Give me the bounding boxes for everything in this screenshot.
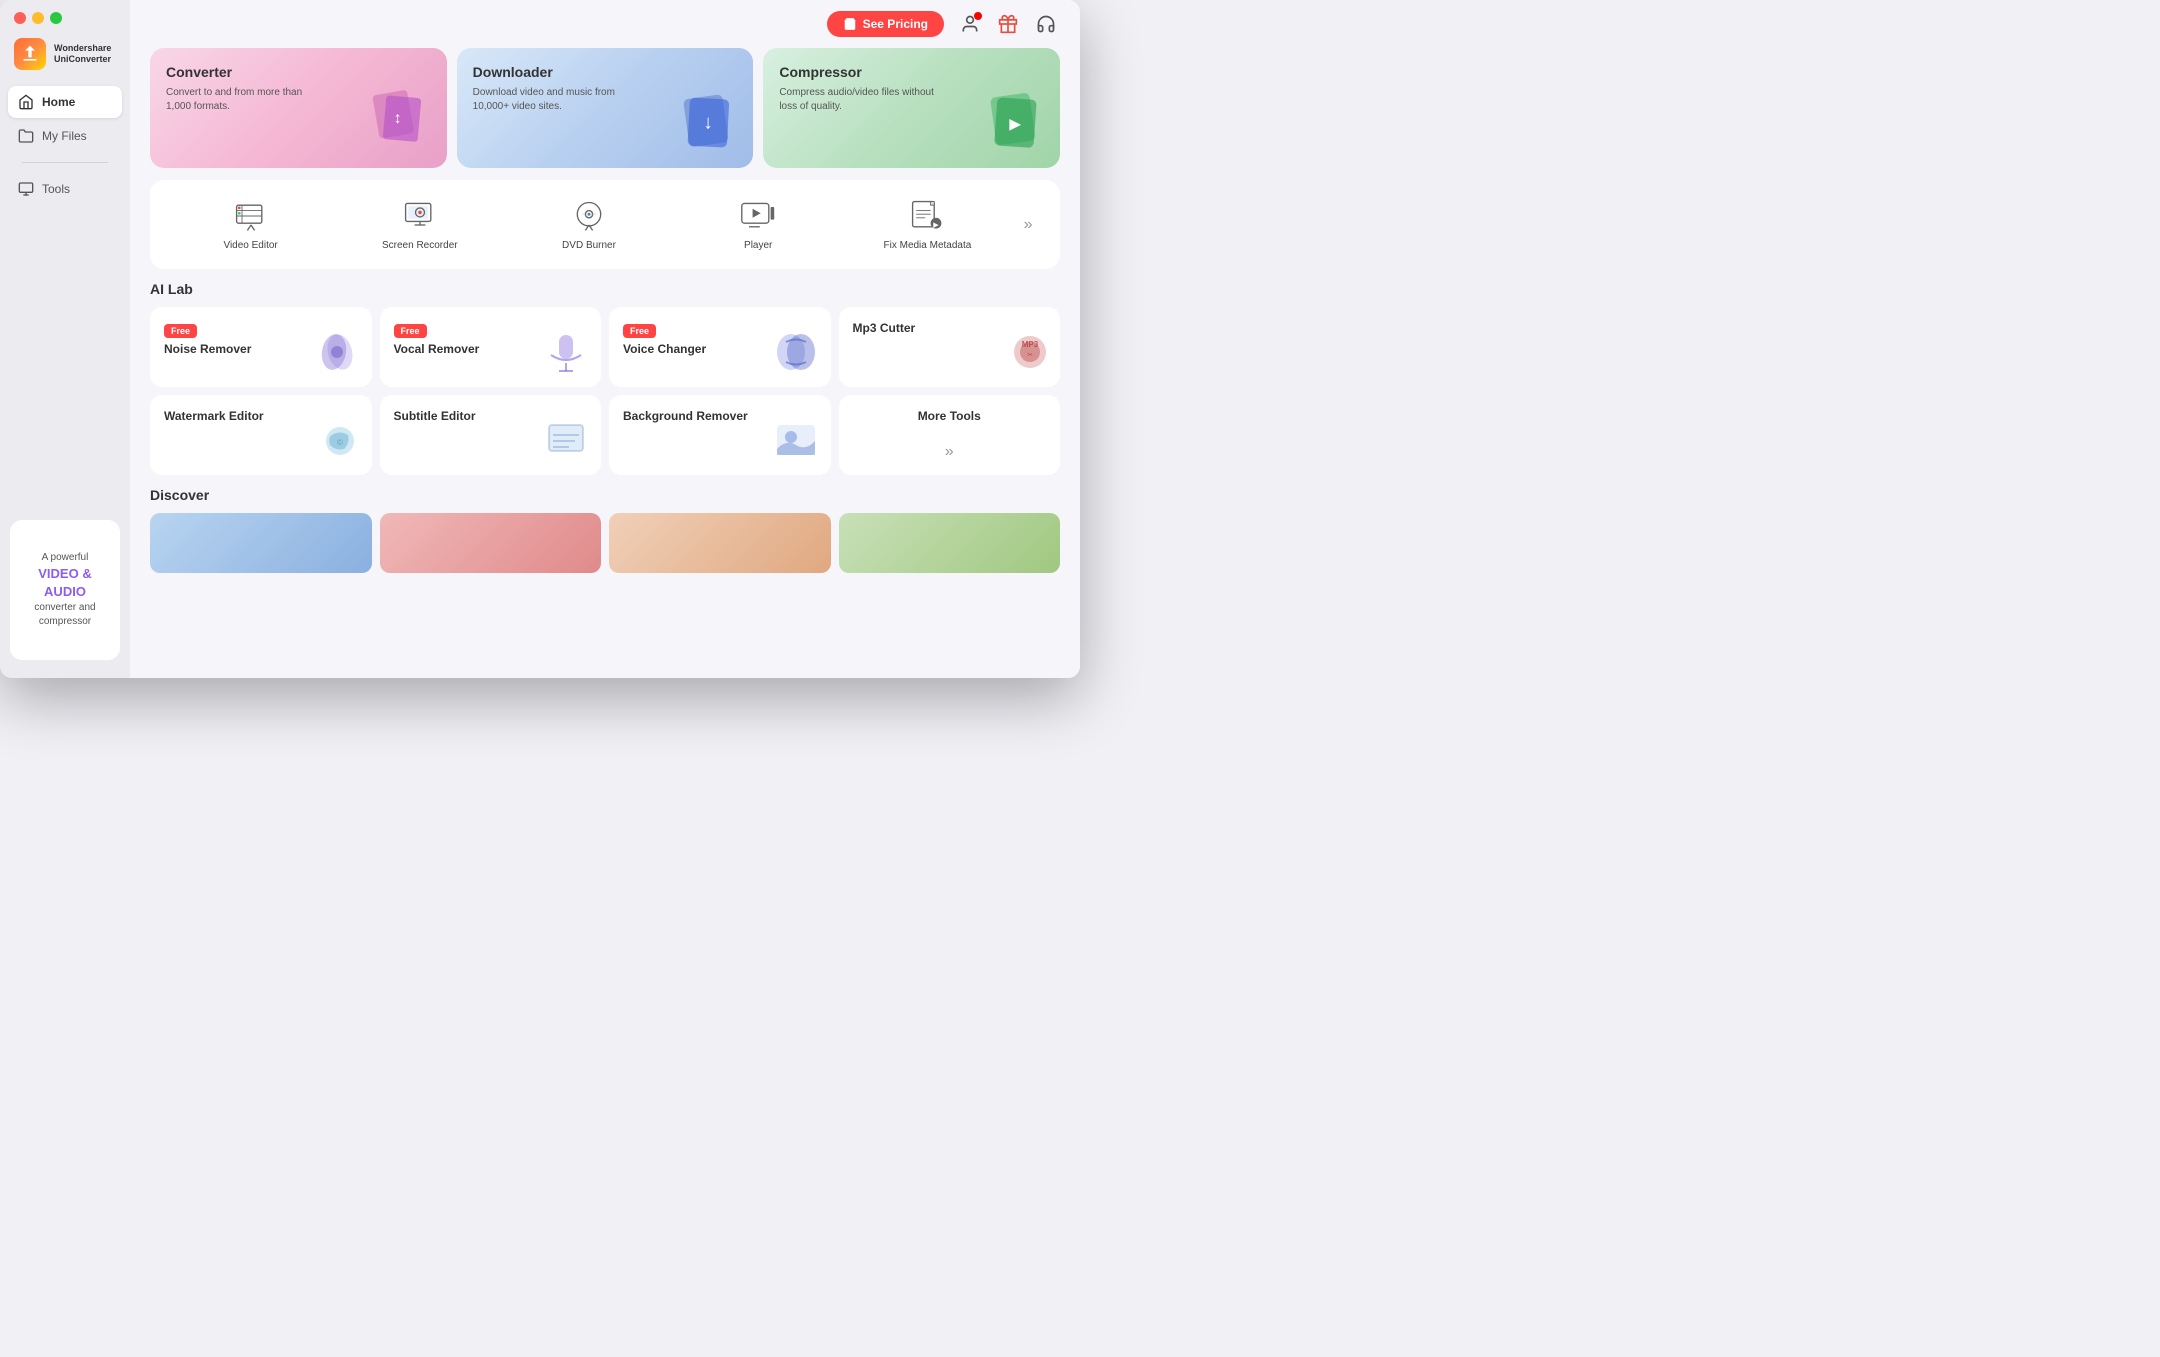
user-icon[interactable]	[956, 10, 984, 38]
svg-text:MP3: MP3	[1022, 340, 1039, 349]
noise-remover-icon	[312, 327, 362, 377]
sidebar-nav: Home My Files Tools	[0, 86, 130, 205]
discover-card-3[interactable]	[609, 513, 831, 573]
watermark-editor-card[interactable]: Watermark Editor ©	[150, 395, 372, 475]
notification-dot	[974, 12, 982, 20]
tools-more-arrow[interactable]: »	[1012, 216, 1044, 234]
see-pricing-button[interactable]: See Pricing	[827, 11, 944, 37]
svg-text:©: ©	[337, 438, 343, 447]
background-remover-icon	[771, 415, 821, 465]
discover-card-2[interactable]	[380, 513, 602, 573]
converter-icon: ↕	[367, 88, 437, 158]
tools-row: Video Editor Screen Recorder	[150, 180, 1060, 269]
svg-text:↓: ↓	[704, 112, 714, 133]
watermark-editor-icon: ©	[312, 415, 362, 465]
discover-card-1[interactable]	[150, 513, 372, 573]
downloader-card[interactable]: Downloader Download video and music from…	[457, 48, 754, 168]
top-cards: Converter Convert to and from more than …	[150, 48, 1060, 168]
discover-cards	[150, 513, 1060, 573]
svg-text:✂: ✂	[1027, 352, 1033, 359]
downloader-icon: ↓	[673, 88, 743, 158]
header-icons	[956, 10, 1060, 38]
tool-dvd-burner[interactable]: DVD Burner	[504, 192, 673, 257]
tool-fix-media-metadata[interactable]: ▶ Fix Media Metadata	[843, 192, 1012, 257]
sidebar-divider	[22, 162, 108, 163]
more-tools-card[interactable]: More Tools »	[839, 395, 1061, 475]
ai-lab-row2: Watermark Editor © Subtitle Editor	[150, 395, 1060, 475]
headset-icon[interactable]	[1032, 10, 1060, 38]
vocal-remover-icon	[541, 327, 591, 377]
window-controls	[14, 12, 62, 24]
sidebar-item-tools[interactable]: Tools	[8, 173, 122, 205]
more-tools-arrow-icon: »	[945, 443, 954, 461]
tool-player[interactable]: Player	[674, 192, 843, 257]
voice-changer-card[interactable]: Free Voice Changer	[609, 307, 831, 387]
noise-remover-card[interactable]: Free Noise Remover	[150, 307, 372, 387]
minimize-button[interactable]	[32, 12, 44, 24]
sidebar: Wondershare UniConverter Home My Files	[0, 0, 130, 678]
sidebar-item-my-files[interactable]: My Files	[8, 120, 122, 152]
ai-lab-title: AI Lab	[150, 281, 1060, 297]
content-area: Converter Convert to and from more than …	[130, 48, 1080, 678]
converter-card[interactable]: Converter Convert to and from more than …	[150, 48, 447, 168]
sidebar-ad: A powerful VIDEO & AUDIO converter and c…	[10, 520, 120, 660]
tool-screen-recorder[interactable]: Screen Recorder	[335, 192, 504, 257]
svg-text:↕: ↕	[393, 110, 401, 127]
close-button[interactable]	[14, 12, 26, 24]
gift-icon[interactable]	[994, 10, 1022, 38]
ai-lab-row1: Free Noise Remover Free Vocal R	[150, 307, 1060, 387]
vocal-remover-card[interactable]: Free Vocal Remover	[380, 307, 602, 387]
tool-video-editor[interactable]: Video Editor	[166, 192, 335, 257]
compressor-icon: ▶	[980, 88, 1050, 158]
discover-card-4[interactable]	[839, 513, 1061, 573]
sidebar-item-home[interactable]: Home	[8, 86, 122, 118]
subtitle-editor-icon	[541, 415, 591, 465]
logo-icon	[14, 38, 46, 70]
discover-title: Discover	[150, 487, 1060, 503]
mp3-cutter-card[interactable]: Mp3 Cutter MP3 ✂	[839, 307, 1061, 387]
svg-text:▶: ▶	[934, 220, 940, 229]
compressor-card[interactable]: Compressor Compress audio/video files wi…	[763, 48, 1060, 168]
header: See Pricing	[130, 0, 1080, 48]
subtitle-editor-card[interactable]: Subtitle Editor	[380, 395, 602, 475]
svg-text:▶: ▶	[1009, 115, 1022, 131]
main-content: See Pricing	[130, 0, 1080, 678]
logo-text: Wondershare UniConverter	[54, 43, 111, 65]
background-remover-card[interactable]: Background Remover	[609, 395, 831, 475]
maximize-button[interactable]	[50, 12, 62, 24]
mp3-cutter-icon: MP3 ✂	[1000, 327, 1050, 377]
voice-changer-icon	[771, 327, 821, 377]
app-logo: Wondershare UniConverter	[0, 28, 130, 86]
